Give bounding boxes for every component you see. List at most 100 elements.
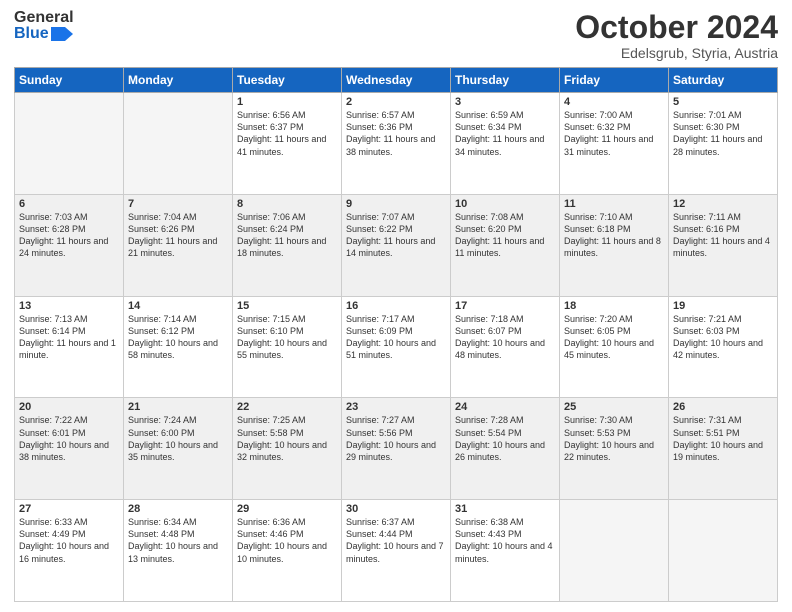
day-info: Sunrise: 7:03 AM Sunset: 6:28 PM Dayligh…: [19, 211, 119, 260]
calendar-cell: [124, 93, 233, 195]
calendar-cell: 2Sunrise: 6:57 AM Sunset: 6:36 PM Daylig…: [342, 93, 451, 195]
calendar-cell: 21Sunrise: 7:24 AM Sunset: 6:00 PM Dayli…: [124, 398, 233, 500]
calendar-cell: 27Sunrise: 6:33 AM Sunset: 4:49 PM Dayli…: [15, 500, 124, 602]
calendar-cell: 1Sunrise: 6:56 AM Sunset: 6:37 PM Daylig…: [233, 93, 342, 195]
day-number: 16: [346, 300, 446, 312]
day-number: 4: [564, 96, 664, 108]
day-info: Sunrise: 6:34 AM Sunset: 4:48 PM Dayligh…: [128, 516, 228, 565]
calendar-cell: 18Sunrise: 7:20 AM Sunset: 6:05 PM Dayli…: [560, 296, 669, 398]
calendar-cell: 22Sunrise: 7:25 AM Sunset: 5:58 PM Dayli…: [233, 398, 342, 500]
day-header-monday: Monday: [124, 68, 233, 93]
day-info: Sunrise: 7:25 AM Sunset: 5:58 PM Dayligh…: [237, 414, 337, 463]
day-info: Sunrise: 7:24 AM Sunset: 6:00 PM Dayligh…: [128, 414, 228, 463]
day-header-tuesday: Tuesday: [233, 68, 342, 93]
calendar-table: SundayMondayTuesdayWednesdayThursdayFrid…: [14, 67, 778, 602]
day-info: Sunrise: 7:27 AM Sunset: 5:56 PM Dayligh…: [346, 414, 446, 463]
day-info: Sunrise: 7:31 AM Sunset: 5:51 PM Dayligh…: [673, 414, 773, 463]
calendar-cell: 3Sunrise: 6:59 AM Sunset: 6:34 PM Daylig…: [451, 93, 560, 195]
day-number: 29: [237, 503, 337, 515]
calendar-cell: 19Sunrise: 7:21 AM Sunset: 6:03 PM Dayli…: [669, 296, 778, 398]
calendar-cell: 24Sunrise: 7:28 AM Sunset: 5:54 PM Dayli…: [451, 398, 560, 500]
day-number: 30: [346, 503, 446, 515]
day-info: Sunrise: 6:33 AM Sunset: 4:49 PM Dayligh…: [19, 516, 119, 565]
calendar-cell: 5Sunrise: 7:01 AM Sunset: 6:30 PM Daylig…: [669, 93, 778, 195]
day-info: Sunrise: 6:56 AM Sunset: 6:37 PM Dayligh…: [237, 109, 337, 158]
day-header-sunday: Sunday: [15, 68, 124, 93]
calendar-cell: 4Sunrise: 7:00 AM Sunset: 6:32 PM Daylig…: [560, 93, 669, 195]
calendar-cell: 30Sunrise: 6:37 AM Sunset: 4:44 PM Dayli…: [342, 500, 451, 602]
calendar-cell: 26Sunrise: 7:31 AM Sunset: 5:51 PM Dayli…: [669, 398, 778, 500]
day-number: 14: [128, 300, 228, 312]
calendar-cell: 14Sunrise: 7:14 AM Sunset: 6:12 PM Dayli…: [124, 296, 233, 398]
logo-icon: [51, 27, 73, 41]
location: Edelsgrub, Styria, Austria: [575, 45, 778, 61]
day-info: Sunrise: 7:20 AM Sunset: 6:05 PM Dayligh…: [564, 313, 664, 362]
day-number: 7: [128, 198, 228, 210]
calendar-cell: 31Sunrise: 6:38 AM Sunset: 4:43 PM Dayli…: [451, 500, 560, 602]
day-info: Sunrise: 7:28 AM Sunset: 5:54 PM Dayligh…: [455, 414, 555, 463]
day-info: Sunrise: 6:36 AM Sunset: 4:46 PM Dayligh…: [237, 516, 337, 565]
day-number: 21: [128, 401, 228, 413]
calendar-cell: 28Sunrise: 6:34 AM Sunset: 4:48 PM Dayli…: [124, 500, 233, 602]
calendar-cell: 20Sunrise: 7:22 AM Sunset: 6:01 PM Dayli…: [15, 398, 124, 500]
day-number: 2: [346, 96, 446, 108]
logo: General Blue: [14, 10, 74, 42]
day-info: Sunrise: 7:15 AM Sunset: 6:10 PM Dayligh…: [237, 313, 337, 362]
day-info: Sunrise: 7:17 AM Sunset: 6:09 PM Dayligh…: [346, 313, 446, 362]
day-info: Sunrise: 7:08 AM Sunset: 6:20 PM Dayligh…: [455, 211, 555, 260]
day-info: Sunrise: 7:04 AM Sunset: 6:26 PM Dayligh…: [128, 211, 228, 260]
calendar-cell: [15, 93, 124, 195]
day-number: 3: [455, 96, 555, 108]
day-info: Sunrise: 7:01 AM Sunset: 6:30 PM Dayligh…: [673, 109, 773, 158]
day-info: Sunrise: 7:21 AM Sunset: 6:03 PM Dayligh…: [673, 313, 773, 362]
header: General Blue October 2024 Edelsgrub, Sty…: [14, 10, 778, 61]
logo-blue: Blue: [14, 26, 49, 42]
calendar-cell: 16Sunrise: 7:17 AM Sunset: 6:09 PM Dayli…: [342, 296, 451, 398]
month-title: October 2024: [575, 10, 778, 45]
day-number: 24: [455, 401, 555, 413]
calendar-cell: 23Sunrise: 7:27 AM Sunset: 5:56 PM Dayli…: [342, 398, 451, 500]
day-header-friday: Friday: [560, 68, 669, 93]
day-number: 6: [19, 198, 119, 210]
day-info: Sunrise: 6:59 AM Sunset: 6:34 PM Dayligh…: [455, 109, 555, 158]
day-info: Sunrise: 7:06 AM Sunset: 6:24 PM Dayligh…: [237, 211, 337, 260]
day-header-thursday: Thursday: [451, 68, 560, 93]
day-info: Sunrise: 7:14 AM Sunset: 6:12 PM Dayligh…: [128, 313, 228, 362]
day-info: Sunrise: 6:37 AM Sunset: 4:44 PM Dayligh…: [346, 516, 446, 565]
day-header-saturday: Saturday: [669, 68, 778, 93]
day-number: 12: [673, 198, 773, 210]
page: General Blue October 2024 Edelsgrub, Sty…: [0, 0, 792, 612]
calendar-cell: 6Sunrise: 7:03 AM Sunset: 6:28 PM Daylig…: [15, 194, 124, 296]
calendar-cell: 7Sunrise: 7:04 AM Sunset: 6:26 PM Daylig…: [124, 194, 233, 296]
day-number: 11: [564, 198, 664, 210]
calendar-cell: 17Sunrise: 7:18 AM Sunset: 6:07 PM Dayli…: [451, 296, 560, 398]
day-number: 5: [673, 96, 773, 108]
day-info: Sunrise: 6:38 AM Sunset: 4:43 PM Dayligh…: [455, 516, 555, 565]
calendar-cell: 8Sunrise: 7:06 AM Sunset: 6:24 PM Daylig…: [233, 194, 342, 296]
calendar-cell: [669, 500, 778, 602]
day-info: Sunrise: 7:00 AM Sunset: 6:32 PM Dayligh…: [564, 109, 664, 158]
day-number: 26: [673, 401, 773, 413]
day-number: 13: [19, 300, 119, 312]
day-number: 1: [237, 96, 337, 108]
day-info: Sunrise: 7:18 AM Sunset: 6:07 PM Dayligh…: [455, 313, 555, 362]
calendar-cell: 9Sunrise: 7:07 AM Sunset: 6:22 PM Daylig…: [342, 194, 451, 296]
day-number: 27: [19, 503, 119, 515]
calendar-cell: 13Sunrise: 7:13 AM Sunset: 6:14 PM Dayli…: [15, 296, 124, 398]
calendar-cell: 29Sunrise: 6:36 AM Sunset: 4:46 PM Dayli…: [233, 500, 342, 602]
day-info: Sunrise: 7:30 AM Sunset: 5:53 PM Dayligh…: [564, 414, 664, 463]
day-number: 20: [19, 401, 119, 413]
calendar-cell: 10Sunrise: 7:08 AM Sunset: 6:20 PM Dayli…: [451, 194, 560, 296]
day-number: 31: [455, 503, 555, 515]
calendar-cell: [560, 500, 669, 602]
day-info: Sunrise: 7:13 AM Sunset: 6:14 PM Dayligh…: [19, 313, 119, 362]
day-header-wednesday: Wednesday: [342, 68, 451, 93]
day-info: Sunrise: 6:57 AM Sunset: 6:36 PM Dayligh…: [346, 109, 446, 158]
logo-general: General: [14, 10, 74, 26]
day-number: 23: [346, 401, 446, 413]
calendar-cell: 12Sunrise: 7:11 AM Sunset: 6:16 PM Dayli…: [669, 194, 778, 296]
title-block: October 2024 Edelsgrub, Styria, Austria: [575, 10, 778, 61]
day-number: 15: [237, 300, 337, 312]
day-info: Sunrise: 7:10 AM Sunset: 6:18 PM Dayligh…: [564, 211, 664, 260]
day-number: 17: [455, 300, 555, 312]
